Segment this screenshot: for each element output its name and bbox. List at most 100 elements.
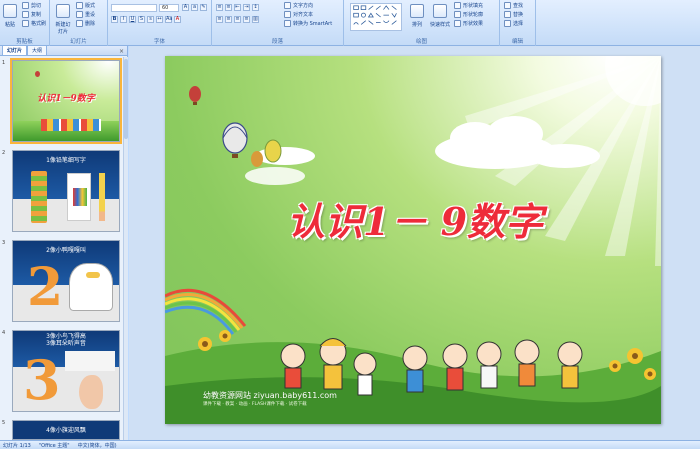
thumbnail-caption: 1像铅笔细写字 (46, 157, 86, 164)
bird-image (65, 351, 115, 371)
shapes-gallery[interactable] (350, 3, 402, 31)
slide-editor: 认识1－ 9数字 幼教资源网站 ziyuan.baby611.com 课件下载 … (129, 46, 700, 440)
thumbnail-kids (41, 119, 101, 131)
slide-number: 1 (2, 60, 6, 66)
arrange-button[interactable]: 排列 (410, 4, 424, 28)
align-center-button[interactable]: ≡ (225, 16, 232, 23)
font-color-button[interactable]: A (174, 16, 181, 23)
scrollbar-thumb[interactable] (124, 59, 128, 139)
slide-thumbnail[interactable]: 认识1－9数字 (10, 58, 122, 144)
clouds (245, 116, 600, 185)
paragraph-group: ≡ ≡ ⇤ ⇥ ↕ ≡ ≡ ≡ ≡ ▥ 文字方向 对齐文本 转换为 SmartA… (212, 0, 344, 46)
arrange-icon (410, 4, 424, 18)
group-label-paragraph: 段落 (271, 39, 283, 45)
numbering-button[interactable]: ≡ (225, 4, 232, 11)
sun-glow (605, 56, 661, 106)
cursor-icon (504, 20, 511, 27)
ear-image (79, 375, 103, 409)
slide-number: 3 (2, 240, 6, 246)
line-spacing-button[interactable]: ↕ (252, 4, 259, 11)
strikethrough-button[interactable]: S (138, 16, 145, 23)
tab-slides[interactable]: 幻灯片 (2, 45, 28, 55)
thumbnail-balloon (35, 71, 40, 77)
align-right-button[interactable]: ≡ (234, 16, 241, 23)
font-name-combo[interactable] (111, 4, 157, 12)
text-direction-button[interactable]: 文字方向 (284, 2, 313, 9)
decrease-indent-button[interactable]: ⇤ (234, 4, 241, 11)
justify-button[interactable]: ≡ (243, 16, 250, 23)
tab-outline[interactable]: 大纲 (27, 45, 48, 55)
watermark-subtext: 课件下载 · 教案 · 动画 · FLASH课件下载 · 试卷下载 (203, 402, 307, 407)
replace-button[interactable]: 替换 (504, 11, 523, 18)
group-label-clipboard: 剪贴板 (16, 39, 33, 45)
group-label-drawing: 绘图 (415, 39, 427, 45)
increase-indent-button[interactable]: ⇥ (243, 4, 250, 11)
copy-button[interactable]: 复制 (22, 11, 41, 18)
paste-button[interactable]: 粘贴 (3, 4, 17, 28)
slide-number: 4 (2, 330, 6, 336)
slide-number: 2 (2, 150, 6, 156)
align-left-button[interactable]: ≡ (216, 16, 223, 23)
slide-thumbnail[interactable]: 2像小鸭嘎嘎叫 2 (12, 240, 120, 322)
pencil-image (99, 173, 105, 221)
slide-thumbnail[interactable]: 3像小鸟飞得高 3像耳朵听声音 3 (12, 330, 120, 412)
shape-effects-button[interactable]: 形状效果 (454, 20, 483, 27)
paint-bucket-icon (454, 2, 461, 9)
number-two-flowers: 2 (27, 257, 64, 318)
clear-format-button[interactable]: ✎ (200, 4, 207, 11)
italic-button[interactable]: I (120, 16, 127, 23)
thumbnail-caption: 3像小鸟飞得高 3像耳朵听声音 (46, 333, 86, 347)
layout-icon (76, 2, 83, 9)
smartart-button[interactable]: 转换为 SmartArt (284, 20, 332, 27)
shadow-button[interactable]: s (147, 16, 154, 23)
align-text-icon (284, 11, 291, 18)
theme-name: "Office 主题" (38, 442, 70, 449)
rainbow (165, 288, 247, 335)
shape-outline-button[interactable]: 形状轮廓 (454, 11, 483, 18)
text-direction-icon (284, 2, 291, 9)
slides-panel: 幻灯片 大纲 × 1 认识1－9数字 2 1像铅笔细写字 3 2像小鸭嘎嘎叫 2 (0, 45, 128, 440)
slide-thumbnail[interactable]: 1像铅笔细写字 (12, 150, 120, 232)
duck-image (69, 263, 113, 311)
close-icon[interactable]: × (119, 48, 124, 55)
underline-button[interactable]: U (129, 16, 136, 23)
grow-font-button[interactable]: A (182, 4, 189, 11)
spacing-button[interactable]: ↔ (156, 16, 163, 23)
slide-thumbnail[interactable]: 4像小旗迎风飘 (12, 420, 120, 440)
slide-canvas[interactable]: 认识1－ 9数字 幼教资源网站 ziyuan.baby611.com 课件下载 … (165, 56, 661, 424)
copy-icon (22, 11, 29, 18)
slide-title[interactable]: 认识1－ 9数字 (255, 191, 575, 246)
editing-group: 查找 替换 选择 编辑 (500, 0, 536, 46)
find-button[interactable]: 查找 (504, 2, 523, 9)
bold-button[interactable]: B (111, 16, 118, 23)
format-painter-button[interactable]: 格式刷 (22, 20, 46, 27)
thumbnail-caption: 2像小鸭嘎嘎叫 (46, 247, 86, 254)
panel-tabs: 幻灯片 大纲 × (0, 45, 127, 56)
number-one-flowers (31, 171, 47, 223)
reset-button[interactable]: 重设 (76, 11, 95, 18)
effects-icon (454, 20, 461, 27)
paste-icon (3, 4, 17, 18)
language-status[interactable]: 中文(简体，中国) (78, 442, 117, 449)
clipboard-group: 粘贴 剪切 复制 格式刷 剪贴板 (0, 0, 50, 46)
quick-styles-button[interactable]: 快速样式 (430, 4, 450, 28)
align-text-button[interactable]: 对齐文本 (284, 11, 313, 18)
panel-scrollbar[interactable] (123, 57, 128, 440)
shape-fill-button[interactable]: 形状填充 (454, 2, 483, 9)
layout-button[interactable]: 版式 (76, 2, 95, 9)
delete-slide-button[interactable]: 删除 (76, 20, 95, 27)
bullets-button[interactable]: ≡ (216, 4, 223, 11)
select-button[interactable]: 选择 (504, 20, 523, 27)
quick-styles-icon (433, 4, 447, 18)
font-size-combo[interactable]: 60 (159, 4, 179, 12)
case-button[interactable]: Aa (165, 16, 172, 23)
slides-group: 新建幻灯片 版式 重设 删除 幻灯片 (50, 0, 108, 46)
font-group: 60 A a ✎ B I U S s ↔ Aa A 字体 (108, 0, 212, 46)
columns-button[interactable]: ▥ (252, 16, 259, 23)
shrink-font-button[interactable]: a (191, 4, 198, 11)
number-three-flowers: 3 (23, 348, 61, 412)
slide-number: 5 (2, 420, 6, 426)
slide-count: 幻灯片 1/13 (3, 442, 31, 449)
new-slide-button[interactable]: 新建幻灯片 (54, 4, 72, 35)
cut-button[interactable]: 剪切 (22, 2, 41, 9)
